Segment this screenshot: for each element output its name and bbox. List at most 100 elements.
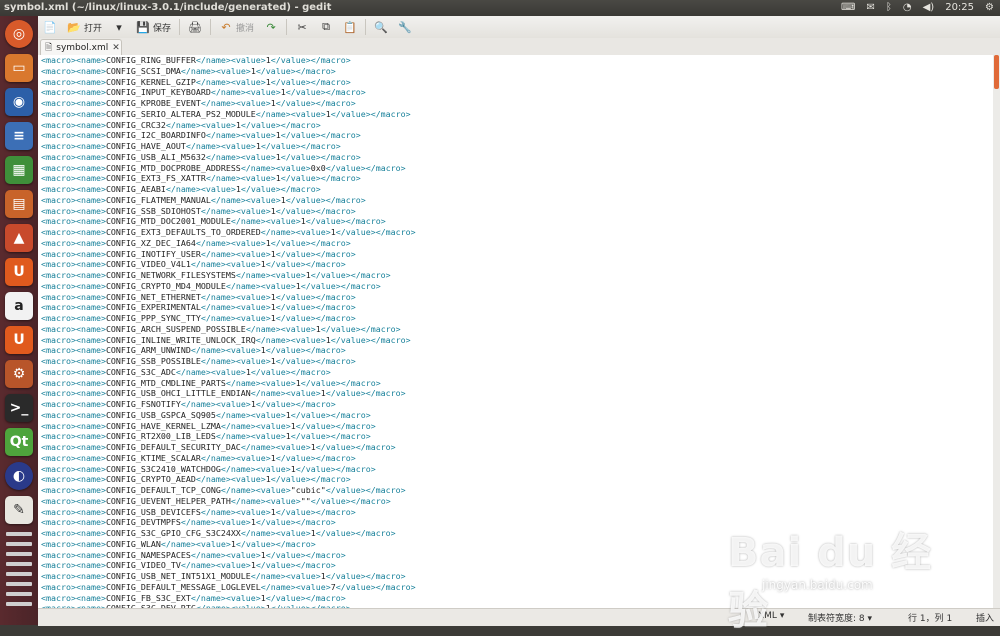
ubuntu-one-music-icon[interactable]: U xyxy=(5,326,33,354)
xml-tag: <macro><name> xyxy=(41,194,106,205)
open-recent-button[interactable]: ▾ xyxy=(107,17,131,37)
new-button[interactable]: 📄 xyxy=(38,17,62,37)
impress-icon[interactable]: ▤ xyxy=(5,190,33,218)
power-icon[interactable]: ⚙ xyxy=(985,0,994,16)
xml-tag: </value></macro> xyxy=(280,130,361,141)
code-line: <macro><name>CONFIG_EXT3_DEFAULTS_TO_ORD… xyxy=(41,227,993,238)
workspace-switcher-icon[interactable] xyxy=(6,582,32,586)
redo-button[interactable]: ↷ xyxy=(259,17,283,37)
volume-icon[interactable]: ◀) xyxy=(923,0,935,16)
xml-tag: <macro><name> xyxy=(41,366,106,377)
copy-icon: ⧉ xyxy=(322,20,330,33)
xml-tag: </name><value> xyxy=(225,280,296,291)
xml-tag: </value></macro> xyxy=(325,162,406,173)
replace-button[interactable]: 🔧 xyxy=(393,17,417,37)
workspace-switcher-icon[interactable] xyxy=(6,532,32,536)
chevron-down-icon: ▾ xyxy=(116,20,122,34)
xml-tag: </name><value> xyxy=(160,538,231,549)
open-button[interactable]: 📂 打开 xyxy=(62,17,107,37)
xml-tag: </value></macro> xyxy=(275,356,356,366)
amazon-icon[interactable]: a xyxy=(5,292,33,320)
workspace-switcher-icon[interactable] xyxy=(6,552,32,556)
macro-name: CONFIG_USB_GSPCA_SQ905 xyxy=(105,409,216,420)
xml-tag: </value></macro> xyxy=(295,463,376,474)
paste-button[interactable]: 📋 xyxy=(338,17,362,37)
xml-tag: </value></macro> xyxy=(275,302,356,313)
writer-icon[interactable]: ≡ xyxy=(5,122,33,150)
code-line: <macro><name>CONFIG_MTD_CMDLINE_PARTS</n… xyxy=(41,378,993,389)
xml-tag: </value></macro> xyxy=(335,581,416,592)
macro-value: "" xyxy=(300,495,311,506)
code-line: <macro><name>CONFIG_XZ_DEC_IA64</name><v… xyxy=(41,238,993,249)
macro-name: CONFIG_PPP_SYNC_TTY xyxy=(105,313,201,323)
code-line: <macro><name>CONFIG_USB_ALI_M5632</name>… xyxy=(41,152,993,163)
terminal-icon[interactable]: >_ xyxy=(5,394,33,422)
gedit-icon[interactable]: ✎ xyxy=(5,496,33,524)
network-icon[interactable]: ◔ xyxy=(903,0,912,16)
tab-symbol-xml[interactable]: 🗎 symbol.xml ✕ xyxy=(40,39,122,55)
macro-name: CONFIG_CRYPTO_AEAD xyxy=(105,474,196,485)
xml-tag: </name><value> xyxy=(240,528,311,538)
xml-tag: </value></macro> xyxy=(240,119,321,130)
xml-tag: </name><value> xyxy=(260,227,331,237)
macro-name: CONFIG_XZ_DEC_IA64 xyxy=(105,237,196,248)
workspace-switcher-icon[interactable] xyxy=(6,562,32,566)
print-button[interactable]: 🖨 xyxy=(183,17,207,37)
copy-button[interactable]: ⧉ xyxy=(314,17,338,37)
ubuntu-one-icon[interactable]: U xyxy=(5,258,33,286)
vertical-scrollbar[interactable] xyxy=(993,55,1000,608)
xml-tag: </name><value> xyxy=(200,98,271,108)
software-center-icon[interactable]: ▲ xyxy=(5,224,33,252)
macro-name: CONFIG_DEFAULT_SECURITY_DAC xyxy=(105,442,241,452)
keyboard-icon[interactable]: ⌨ xyxy=(841,0,855,16)
xml-tag: <macro><name> xyxy=(41,538,106,549)
qt-creator-icon[interactable]: Qt xyxy=(5,428,33,456)
dash-icon[interactable]: ◎ xyxy=(5,20,33,48)
xml-tag: </name><value> xyxy=(180,65,251,76)
xml-tag: <macro><name> xyxy=(41,259,106,270)
macro-name: CONFIG_CRYPTO_MD4_MODULE xyxy=(105,280,226,291)
search-icon: 🔍 xyxy=(374,20,388,34)
undo-button[interactable]: ↶ 撤消 xyxy=(214,17,259,37)
calc-icon[interactable]: ▦ xyxy=(5,156,33,184)
workspace-switcher-icon[interactable] xyxy=(6,542,32,546)
xml-tag: <macro><name> xyxy=(41,227,106,237)
macro-name: CONFIG_FB_S3C_EXT xyxy=(105,592,191,603)
xml-tag: <macro><name> xyxy=(41,313,106,323)
cut-button[interactable]: ✂ xyxy=(290,17,314,37)
xml-tag: </name><value> xyxy=(200,313,271,323)
bluetooth-icon[interactable]: ᛒ xyxy=(886,0,892,16)
workspace-switcher-icon[interactable] xyxy=(6,572,32,576)
mail-icon[interactable]: ✉ xyxy=(866,0,874,16)
macro-name: CONFIG_WLAN xyxy=(105,538,161,549)
scrollbar-thumb[interactable] xyxy=(994,55,999,89)
close-icon[interactable]: ✕ xyxy=(112,43,120,53)
clock[interactable]: 20:25 xyxy=(945,0,974,16)
firefox-icon[interactable]: ◉ xyxy=(5,88,33,116)
trash-icon[interactable] xyxy=(6,602,32,606)
files-icon[interactable]: ▭ xyxy=(5,54,33,82)
code-line: <macro><name>CONFIG_SCSI_DMA</name><valu… xyxy=(41,66,993,77)
watermark-url: jingyan.baidu.com xyxy=(762,578,873,592)
macro-name: CONFIG_INPUT_KEYBOARD xyxy=(105,87,211,98)
xml-tag: </value></macro> xyxy=(250,366,331,377)
macro-name: CONFIG_SSB_SDIOHOST xyxy=(105,205,201,216)
xml-tag: </name><value> xyxy=(195,76,266,87)
replace-icon: 🔧 xyxy=(398,20,412,34)
code-line: <macro><name>CONFIG_RING_BUFFER</name><v… xyxy=(41,55,993,66)
xml-tag: </name><value> xyxy=(260,581,331,592)
eclipse-icon[interactable]: ◐ xyxy=(5,462,33,490)
save-button[interactable]: 💾 保存 xyxy=(131,17,176,37)
xml-tag: </value></macro> xyxy=(255,560,336,571)
macro-name: CONFIG_VIDEO_V4L1 xyxy=(105,259,191,270)
xml-tag: </value></macro> xyxy=(285,87,366,98)
code-line: <macro><name>CONFIG_ARM_UNWIND</name><va… xyxy=(41,345,993,356)
find-button[interactable]: 🔍 xyxy=(369,17,393,37)
xml-tag: <macro><name> xyxy=(41,76,106,87)
insert-mode: 插入 xyxy=(976,614,995,624)
workspace-switcher-icon[interactable] xyxy=(6,592,32,596)
settings-icon[interactable]: ⚙ xyxy=(5,360,33,388)
toolbar-separator xyxy=(210,19,212,35)
xml-tag: </name><value> xyxy=(200,205,271,216)
macro-name: CONFIG_USB_DEVICEFS xyxy=(105,506,201,517)
